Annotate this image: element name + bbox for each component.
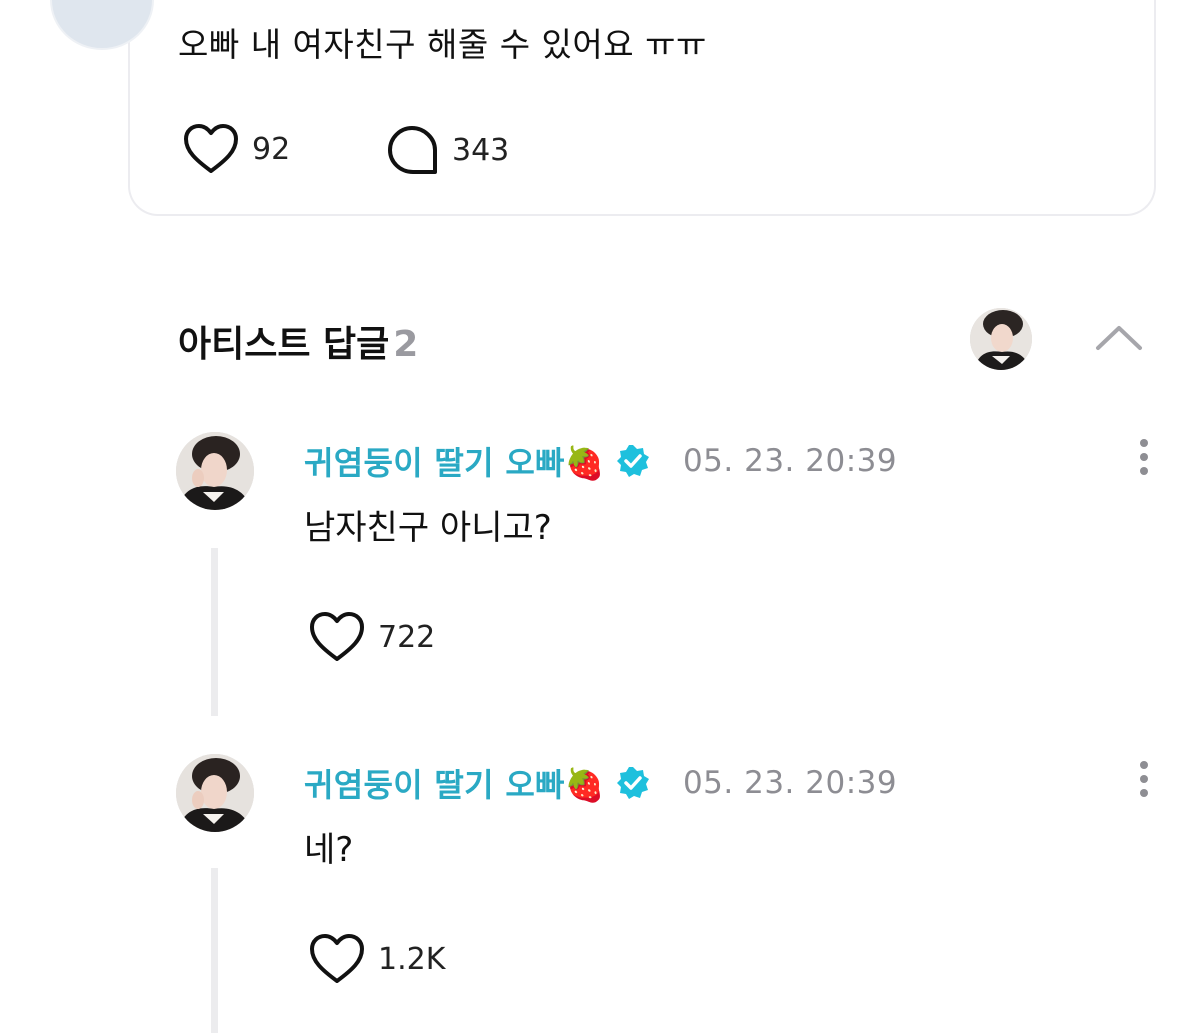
artist-replies-count: 2 bbox=[393, 324, 419, 365]
artist-replies-title: 아티스트 답글 2 bbox=[178, 315, 418, 367]
reply-like-count: 1.2K bbox=[378, 941, 446, 977]
artist-avatar[interactable] bbox=[970, 308, 1032, 370]
reply-author-name[interactable]: 귀염둥이 딸기 오빠🍓 bbox=[304, 438, 605, 484]
post-text: 오빠 내 여자친구 해줄 수 있어요 ㅠㅠ bbox=[178, 25, 707, 64]
verified-badge-icon bbox=[616, 767, 649, 799]
reply-author-avatar[interactable] bbox=[176, 432, 254, 510]
post-comment-button[interactable]: 343 bbox=[386, 124, 509, 176]
reply-author-name[interactable]: 귀염둥이 딸기 오빠🍓 bbox=[304, 760, 605, 806]
reply-like-count: 722 bbox=[378, 619, 436, 655]
reply-avatar-image bbox=[176, 432, 254, 510]
heart-icon bbox=[184, 124, 238, 173]
thread-line bbox=[211, 868, 218, 1033]
chevron-up-icon[interactable] bbox=[1094, 318, 1144, 354]
reply-text: 네? bbox=[304, 830, 354, 870]
heart-icon bbox=[310, 612, 364, 661]
artist-avatar-image bbox=[970, 308, 1032, 370]
post-like-button[interactable]: 92 bbox=[182, 122, 290, 176]
reply-like-button[interactable]: 722 bbox=[308, 610, 435, 664]
reply-text: 남자친구 아니고? bbox=[304, 508, 552, 548]
verified-badge-icon bbox=[616, 445, 649, 477]
artist-replies-label: 아티스트 답글 bbox=[178, 324, 390, 365]
post-comment-count: 343 bbox=[452, 132, 510, 168]
reply-timestamp: 05. 23. 20:39 bbox=[682, 765, 898, 801]
thread-line bbox=[211, 548, 218, 716]
reply-timestamp: 05. 23. 20:39 bbox=[682, 443, 898, 479]
post-like-count: 92 bbox=[252, 131, 291, 167]
reply-header: 귀염둥이 딸기 오빠🍓 05. 23. 20:39 bbox=[304, 438, 897, 484]
heart-icon bbox=[310, 934, 364, 983]
comment-bubble-icon bbox=[388, 126, 437, 174]
reply-author-avatar[interactable] bbox=[176, 754, 254, 832]
reply-avatar-image bbox=[176, 754, 254, 832]
reply-header: 귀염둥이 딸기 오빠🍓 05. 23. 20:39 bbox=[304, 760, 897, 806]
more-vertical-icon[interactable] bbox=[1134, 759, 1154, 799]
reply-like-button[interactable]: 1.2K bbox=[308, 932, 445, 986]
more-vertical-icon[interactable] bbox=[1134, 437, 1154, 477]
